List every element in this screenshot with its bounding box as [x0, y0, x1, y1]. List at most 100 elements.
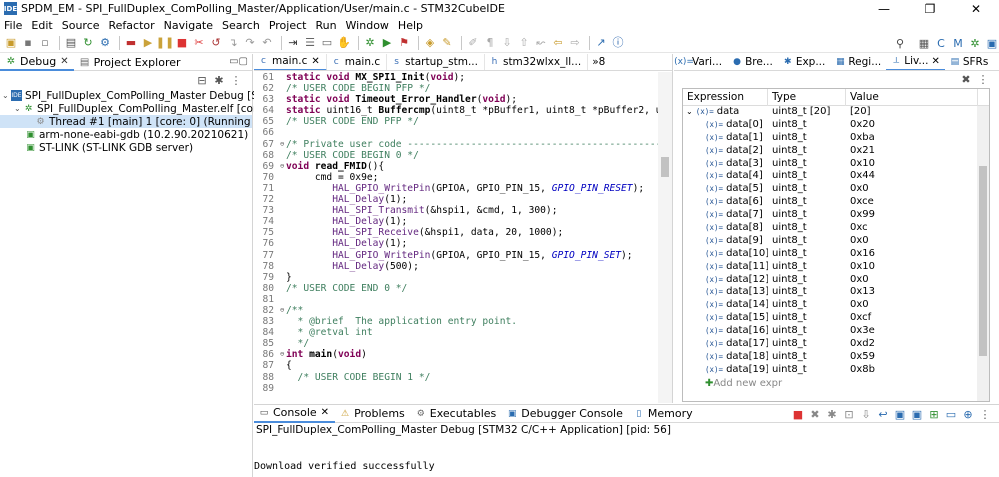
run-icon[interactable]: ▶ [380, 36, 394, 50]
expression-row[interactable]: (x)= data[7] uint8_t 0x99 [683, 209, 989, 222]
column-type[interactable]: Type [768, 89, 846, 106]
code-line[interactable]: 88 /* USER CODE BEGIN 1 */ [254, 372, 658, 383]
resume-icon[interactable]: ▶ [141, 36, 155, 50]
value-cell[interactable]: 0x0 [846, 274, 978, 287]
value-cell[interactable]: [20] [846, 106, 978, 119]
expression-row[interactable]: (x)= data[18] uint8_t 0x59 [683, 351, 989, 364]
code-line[interactable]: 65 /* USER CODE END PFP */ [254, 116, 658, 127]
view-menu-icon[interactable]: ⋮ [976, 73, 990, 87]
close-icon[interactable]: ✕ [321, 407, 329, 418]
tab-console-0[interactable]: ▭ Console ✕ [254, 405, 336, 423]
value-cell[interactable]: 0xba [846, 132, 978, 145]
scroll-lock-icon[interactable]: ⇩ [859, 407, 873, 421]
view-menu-icon[interactable]: ⋮ [229, 73, 243, 87]
minimize-button[interactable]: — [861, 0, 907, 17]
tab-console-1[interactable]: ⚠ Problems [335, 405, 411, 423]
pin-editor-icon[interactable]: ↗ [594, 36, 608, 50]
editor-tab-main-c[interactable]: c main.c ✕ [254, 54, 327, 70]
expression-row[interactable]: (x)= data[0] uint8_t 0x20 [683, 119, 989, 132]
tab-debug[interactable]: ✲ Debug ✕ [0, 53, 74, 71]
suspend-icon[interactable]: ❚❚ [156, 36, 174, 50]
expression-row[interactable]: (x)= data[13] uint8_t 0x13 [683, 286, 989, 299]
menu-refactor[interactable]: Refactor [109, 19, 155, 32]
value-cell[interactable]: 0x13 [846, 286, 978, 299]
close-icon[interactable]: ✕ [311, 56, 319, 67]
value-cell[interactable]: 0x44 [846, 170, 978, 183]
code-line[interactable]: 72 HAL_Delay (1); [254, 194, 658, 205]
code-line[interactable]: 87 { [254, 360, 658, 371]
new-icon[interactable]: ▣ [4, 36, 18, 50]
expression-row[interactable]: (x)= data[6] uint8_t 0xce [683, 196, 989, 209]
code-line[interactable]: 79} [254, 272, 658, 283]
annotation-icon[interactable]: ✐ [466, 36, 480, 50]
value-cell[interactable]: 0x0 [846, 299, 978, 312]
code-line[interactable]: 78 HAL_Delay (500); [254, 261, 658, 272]
open-console-icon[interactable]: ⊕ [961, 407, 975, 421]
editor-tab-startup[interactable]: s startup_stm... [387, 54, 485, 70]
value-cell[interactable]: 0x10 [846, 158, 978, 171]
tree-item-elf[interactable]: ⌄ ✲ SPI_FullDuplex_ComPolling_Master.elf… [0, 102, 287, 115]
expression-row[interactable]: (x)= data[9] uint8_t 0x0 [683, 235, 989, 248]
tab-right-2[interactable]: ✱ Exp... [778, 54, 831, 70]
close-icon[interactable]: ✕ [60, 56, 68, 67]
expression-row[interactable]: (x)= data[8] uint8_t 0xc [683, 222, 989, 235]
tab-console-3[interactable]: ▣ Debugger Console [502, 405, 629, 423]
prev-annotation-icon[interactable]: ⇧ [517, 36, 531, 50]
value-cell[interactable]: 0x0 [846, 235, 978, 248]
editor-tab-main-c-2[interactable]: c main.c [327, 54, 388, 70]
menu-window[interactable]: Window [346, 19, 389, 32]
value-cell[interactable]: 0x8b [846, 364, 978, 377]
tab-console-2[interactable]: ⚙ Executables [411, 405, 503, 423]
menu-source[interactable]: Source [62, 19, 100, 32]
expression-row[interactable]: (x)= data[12] uint8_t 0x0 [683, 274, 989, 287]
value-cell[interactable]: 0xd2 [846, 338, 978, 351]
code-line[interactable]: 85 */ [254, 338, 658, 349]
instruction-stepping-icon[interactable]: ⇥ [286, 36, 300, 50]
tab-right-0[interactable]: (x)= Vari... [674, 54, 727, 70]
skip-breakpoints-icon[interactable]: ▬ [124, 36, 138, 50]
search-icon[interactable]: ⚲ [893, 36, 907, 50]
step-return-icon[interactable]: ↶ [260, 36, 274, 50]
forward-icon[interactable]: ⇨ [568, 36, 582, 50]
expression-root-row[interactable]: ⌄ (x)= data uint8_t [20] [20] [683, 106, 989, 119]
terminal-icon[interactable]: ▭ [320, 36, 334, 50]
code-line[interactable]: 69 ⊖ void read_FMID(){ [254, 161, 658, 172]
info-icon[interactable]: ⓘ [611, 36, 625, 50]
menu-project[interactable]: Project [269, 19, 307, 32]
menu-navigate[interactable]: Navigate [164, 19, 213, 32]
remove-all-icon[interactable]: ✖ [959, 73, 973, 87]
expression-row[interactable]: (x)= data[14] uint8_t 0x0 [683, 299, 989, 312]
code-line[interactable]: 80 /* USER CODE END 0 */ [254, 283, 658, 294]
minimize-view-icon[interactable]: ▭▢ [229, 56, 248, 67]
next-annotation-icon[interactable]: ⇩ [500, 36, 514, 50]
code-line[interactable]: 75 HAL_SPI_Receive (&hspi1, data, 20, 100… [254, 227, 658, 238]
code-line[interactable]: 71 HAL_GPIO_WritePin (GPIOA, GPIO_PIN_15,… [254, 183, 658, 194]
build-icon[interactable]: ▤ [64, 36, 78, 50]
value-cell[interactable]: 0xce [846, 196, 978, 209]
open-type-icon[interactable]: ◈ [423, 36, 437, 50]
search-task-icon[interactable]: ✎ [440, 36, 454, 50]
expression-row[interactable]: (x)= data[4] uint8_t 0x44 [683, 170, 989, 183]
refresh-icon[interactable]: ↻ [81, 36, 95, 50]
device-icon[interactable]: ✋ [337, 36, 351, 50]
code-line[interactable]: 68 /* USER CODE BEGIN 0 */ [254, 150, 658, 161]
tab-console-4[interactable]: ▯ Memory [629, 405, 699, 423]
code-line[interactable]: 82 ⊖/** [254, 305, 658, 316]
expression-row[interactable]: (x)= data[3] uint8_t 0x10 [683, 158, 989, 171]
tab-right-3[interactable]: ▦ Regi... [830, 54, 886, 70]
value-cell[interactable]: 0x59 [846, 351, 978, 364]
editor-tab-overflow[interactable]: »8 [588, 54, 611, 70]
console-output[interactable]: Download verified successfully [254, 461, 435, 472]
code-line[interactable]: 77 HAL_GPIO_WritePin (GPIOA, GPIO_PIN_15,… [254, 250, 658, 261]
expression-row[interactable]: (x)= data[15] uint8_t 0xcf [683, 312, 989, 325]
chevron-down-icon[interactable]: ⌄ [686, 106, 693, 119]
editor-scrollbar[interactable] [658, 72, 672, 403]
last-edit-icon[interactable]: ↜ [534, 36, 548, 50]
menu-file[interactable]: File [4, 19, 22, 32]
restore-button[interactable]: ❐ [907, 0, 953, 17]
menu-help[interactable]: Help [398, 19, 423, 32]
scrollbar-thumb[interactable] [979, 166, 987, 356]
code-line[interactable]: 63 static void Timeout_Error_Handler(void… [254, 94, 658, 105]
value-cell[interactable]: 0x3e [846, 325, 978, 338]
value-cell[interactable]: 0x20 [846, 119, 978, 132]
